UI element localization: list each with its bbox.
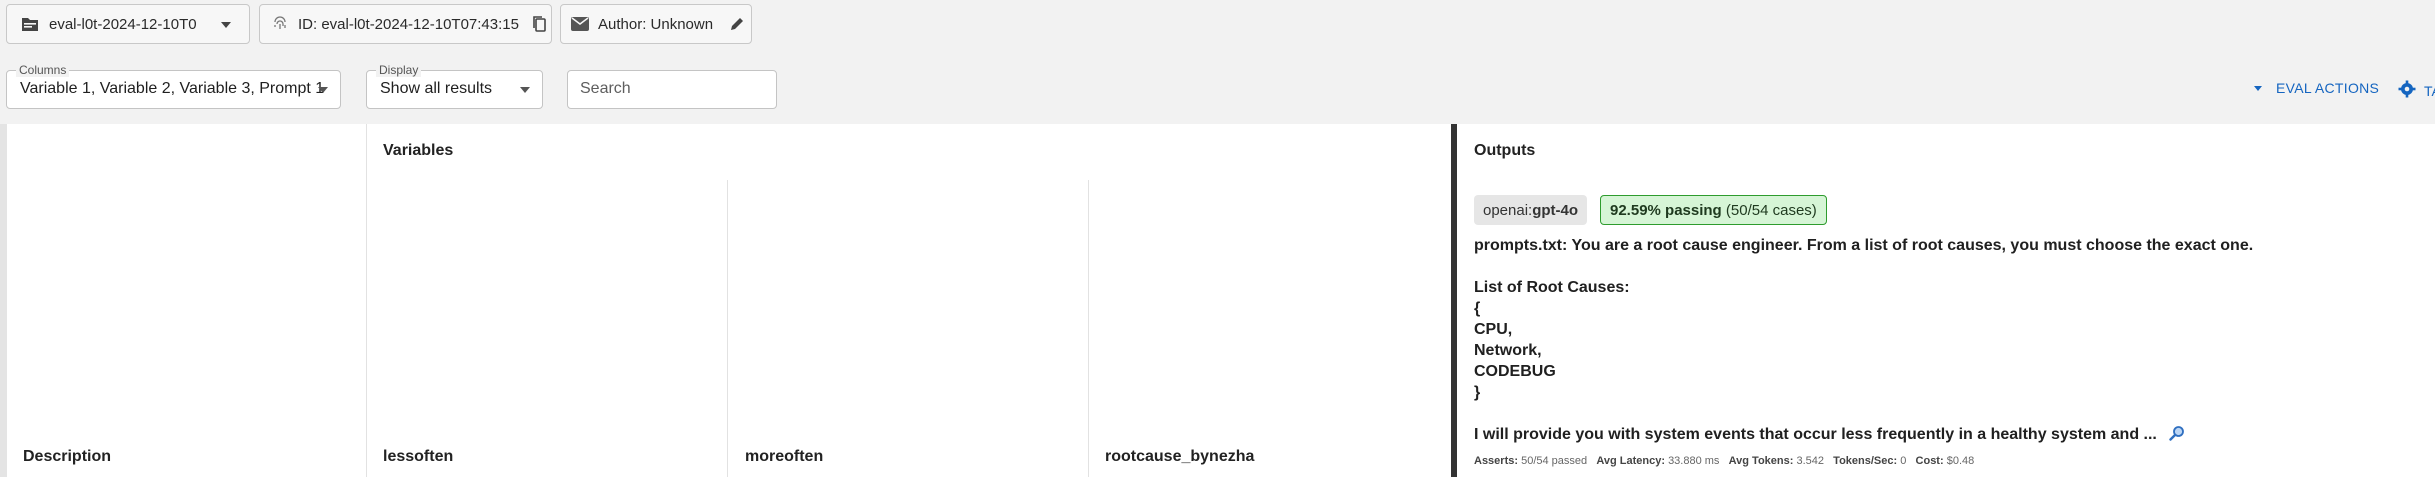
provider-badge: openai: gpt-4o: [1474, 195, 1588, 225]
gear-icon: [2398, 80, 2416, 101]
chevron-down-icon: [520, 87, 530, 93]
search-field[interactable]: [567, 70, 777, 109]
display-label: Display: [376, 63, 422, 77]
variables-header: Variables: [383, 142, 454, 159]
prompt-line: Network,: [1474, 342, 1542, 359]
asserts-value: 50/54 passed: [1521, 455, 1588, 467]
results-table: Variables Outputs Description lessoften …: [0, 124, 2435, 477]
column-header-description[interactable]: Description: [23, 448, 111, 466]
prompt-truncated-line: I will provide you with system events th…: [1474, 425, 2185, 446]
latency-value: 33.880 ms: [1668, 455, 1720, 467]
chevron-down-icon: [221, 22, 231, 28]
column-header-moreoften[interactable]: moreoften: [745, 448, 823, 466]
eval-selector[interactable]: eval-l0t-2024-12-10T0: [6, 4, 250, 44]
pass-rate: 92.59% passing: [1610, 201, 1722, 219]
table-settings-label: TA: [2424, 82, 2435, 99]
eval-id-chip: ID: eval-l0t-2024-12-10T07:43:15: [259, 4, 552, 44]
prompt-line: I will provide you with system events th…: [1474, 426, 2157, 443]
columns-select[interactable]: Columns Variable 1, Variable 2, Variable…: [6, 63, 341, 109]
latency-label: Avg Latency:: [1596, 455, 1665, 467]
chevron-down-icon: [318, 87, 328, 93]
cost-label: Cost:: [1915, 455, 1944, 467]
eval-actions-button[interactable]: EVAL ACTIONS: [2254, 80, 2379, 96]
pass-rate-badge: 92.59% passing (50/54 cases): [1600, 195, 1827, 225]
eval-selector-label: eval-l0t-2024-12-10T0: [49, 15, 197, 33]
prompt-stats: Asserts: 50/54 passed Avg Latency: 33.88…: [1474, 455, 1974, 467]
table-settings-button[interactable]: TA: [2398, 80, 2435, 101]
column-divider: [366, 124, 367, 477]
author-chip[interactable]: Author: Unknown: [560, 4, 752, 44]
outputs-header: Outputs: [1474, 142, 1536, 159]
prompt-header-line: prompts.txt: You are a root cause engine…: [1474, 237, 2254, 254]
prompt-line: {: [1474, 300, 1481, 317]
display-select[interactable]: Display Show all results: [366, 63, 543, 109]
tokens-value: 3.542: [1796, 455, 1824, 467]
column-header-rootcause[interactable]: rootcause_bynezha: [1105, 448, 1254, 466]
prompt-line: CODEBUG: [1474, 363, 1556, 380]
column-divider: [727, 180, 728, 477]
tps-value: 0: [1900, 455, 1907, 467]
chevron-down-icon: [2254, 85, 2262, 91]
eval-id-text: ID: eval-l0t-2024-12-10T07:43:15: [298, 15, 519, 33]
folder-icon: [21, 16, 39, 32]
prompt-line: List of Root Causes:: [1474, 279, 1630, 296]
column-divider: [1088, 180, 1089, 477]
columns-value: Variable 1, Variable 2, Variable 3, Prom…: [20, 80, 325, 97]
provider-model: gpt-4o: [1532, 201, 1579, 219]
copy-icon[interactable]: [531, 15, 547, 33]
author-text: Author: Unknown: [598, 15, 714, 33]
search-input[interactable]: [580, 80, 740, 98]
eval-actions-label: EVAL ACTIONS: [2276, 80, 2380, 96]
prompt-line: CPU,: [1474, 321, 1513, 338]
display-value: Show all results: [380, 80, 493, 97]
email-icon: [571, 17, 589, 31]
fingerprint-icon: [272, 16, 288, 32]
column-header-lessoften[interactable]: lessoften: [383, 448, 453, 466]
provider-prefix: openai:: [1483, 201, 1533, 219]
cost-value: $0.48: [1946, 455, 1975, 467]
columns-label: Columns: [16, 63, 70, 77]
prompt-line: }: [1474, 384, 1481, 401]
tps-label: Tokens/Sec:: [1833, 455, 1898, 467]
edit-icon[interactable]: [729, 16, 745, 32]
magnify-icon[interactable]: [2169, 425, 2185, 446]
tokens-label: Avg Tokens:: [1728, 455, 1794, 467]
asserts-label: Asserts:: [1474, 455, 1519, 467]
outputs-divider: [1451, 124, 1457, 477]
pass-cases: (50/54 cases): [1725, 201, 1817, 219]
